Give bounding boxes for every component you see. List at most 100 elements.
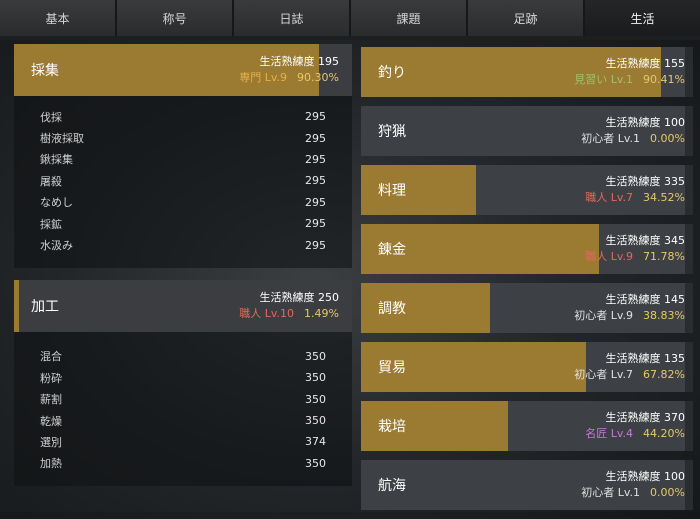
subskill-name: 伐採	[40, 110, 62, 124]
skill-meta: 生活熟練度 100 初心者 Lv.1 0.00%	[581, 115, 685, 147]
tab-label: 課題	[396, 11, 421, 26]
left-column: 採集 生活熟練度 195 専門 Lv.9 90.30% 伐採 295 樹液採取 295…	[14, 44, 352, 487]
skill-name: 貿易	[378, 360, 406, 376]
tab-label: 足跡	[513, 11, 538, 26]
rank-level: 職人 Lv.9	[585, 250, 634, 263]
tab-label: 称号	[162, 11, 187, 26]
card-edge	[685, 460, 693, 510]
subskill-row: 薪割 350	[14, 389, 352, 410]
progress-percent: 90.30%	[297, 71, 339, 84]
mastery-label: 生活熟練度	[605, 352, 661, 365]
rank-level: 職人 Lv.10	[239, 306, 295, 320]
skill-name: 狩猟	[378, 124, 406, 140]
subskill-value: 295	[305, 110, 326, 124]
rank-level: 専門 Lv.9	[239, 71, 288, 84]
mastery-label: 生活熟練度	[605, 57, 661, 70]
skill-card-processing[interactable]: 加工 生活熟練度 250 職人 Lv.10 1.49%	[14, 279, 352, 332]
skill-name: 栽培	[378, 419, 406, 435]
skill-card-training[interactable]: 調教 生活熟練度 145 初心者 Lv.9 38.83%	[361, 283, 693, 333]
mastery-value: 145	[664, 293, 685, 306]
skill-name: 錬金	[378, 242, 406, 258]
skill-card-fishing[interactable]: 釣り 生活熟練度 155 見習い Lv.1 90.41%	[361, 47, 693, 97]
subskill-value: 350	[305, 392, 326, 406]
card-edge	[685, 106, 693, 156]
progress-percent: 90.41%	[643, 73, 685, 86]
tab-titles[interactable]: 称号	[117, 0, 232, 37]
mastery-value: 155	[664, 57, 685, 70]
mastery-label: 生活熟練度	[259, 290, 315, 304]
subskill-name: 樹液採取	[40, 132, 84, 146]
subskill-value: 295	[305, 195, 326, 209]
subskill-value: 295	[305, 217, 326, 231]
subskill-row: 伐採 295	[14, 106, 352, 127]
mastery-label: 生活熟練度	[605, 470, 661, 483]
subskill-name: なめし	[40, 196, 73, 210]
progress-percent: 0.00%	[650, 486, 685, 499]
tab-life[interactable]: 生活	[585, 0, 700, 36]
skill-card-hunting[interactable]: 狩猟 生活熟練度 100 初心者 Lv.1 0.00%	[361, 106, 693, 156]
tab-label: 基本	[45, 11, 70, 26]
mastery-label: 生活熟練度	[605, 411, 661, 424]
subskill-value: 295	[305, 238, 326, 252]
processing-subskills: 混合 350 粉砕 350 薪割 350 乾燥 350 選別 374 加熱 350	[14, 331, 352, 487]
skill-name: 釣り	[378, 65, 406, 81]
card-edge	[685, 224, 693, 274]
subskill-value: 350	[305, 349, 326, 363]
subskill-row: なめし 295	[14, 192, 352, 213]
mastery-label: 生活熟練度	[605, 116, 661, 129]
subskill-row: 屠殺 295	[14, 170, 352, 191]
subskill-value: 295	[305, 152, 326, 166]
progress-percent: 34.52%	[643, 191, 685, 204]
skill-card-cooking[interactable]: 料理 生活熟練度 335 職人 Lv.7 34.52%	[361, 165, 693, 215]
subskill-row: 水汲み 295	[14, 234, 352, 255]
skill-card-sailing[interactable]: 航海 生活熟練度 100 初心者 Lv.1 0.00%	[361, 460, 693, 510]
card-edge	[685, 401, 693, 451]
skill-card-gathering[interactable]: 採集 生活熟練度 195 専門 Lv.9 90.30%	[14, 44, 352, 96]
skill-meta: 生活熟練度 100 初心者 Lv.1 0.00%	[581, 469, 685, 501]
skill-meta: 生活熟練度 155 見習い Lv.1 90.41%	[574, 56, 685, 88]
mastery-value: 135	[664, 352, 685, 365]
tab-label: 日誌	[279, 11, 304, 26]
rank-level: 初心者 Lv.1	[581, 486, 641, 499]
rank-level: 初心者 Lv.1	[581, 132, 641, 145]
tab-label: 生活	[630, 11, 655, 26]
skill-name: 採集	[31, 63, 59, 79]
subskill-name: 乾燥	[40, 414, 62, 428]
mastery-value: 100	[664, 470, 685, 483]
skill-card-trade[interactable]: 貿易 生活熟練度 135 初心者 Lv.7 67.82%	[361, 342, 693, 392]
card-edge	[685, 283, 693, 333]
subskill-row: 選別 374	[14, 431, 352, 452]
subskill-name: 鍬採集	[40, 153, 73, 167]
skill-meta: 生活熟練度 250 職人 Lv.10 1.49%	[239, 290, 339, 322]
skill-meta: 生活熟練度 370 名匠 Lv.4 44.20%	[585, 410, 685, 442]
subskill-row: 採鉱 295	[14, 213, 352, 234]
skill-name: 調教	[378, 301, 406, 317]
skill-meta: 生活熟練度 135 初心者 Lv.7 67.82%	[574, 351, 685, 383]
mastery-label: 生活熟練度	[605, 293, 661, 306]
mastery-value: 370	[664, 411, 685, 424]
mastery-label: 生活熟練度	[259, 55, 315, 68]
skill-name: 料理	[378, 183, 406, 199]
skill-meta: 生活熟練度 145 初心者 Lv.9 38.83%	[574, 292, 685, 324]
subskill-name: 屠殺	[40, 174, 62, 188]
mastery-value: 345	[664, 234, 685, 247]
subskill-value: 350	[305, 371, 326, 385]
tab-footprints[interactable]: 足跡	[468, 0, 583, 37]
subskill-value: 295	[305, 174, 326, 188]
rank-level: 職人 Lv.7	[585, 191, 634, 204]
subskill-name: 加熱	[40, 457, 62, 471]
progress-percent: 71.78%	[643, 250, 685, 263]
subskill-value: 374	[305, 435, 326, 449]
tab-challenges[interactable]: 課題	[351, 0, 466, 37]
rank-level: 名匠 Lv.4	[585, 427, 634, 440]
mastery-label: 生活熟練度	[605, 234, 661, 247]
progress-percent: 0.00%	[650, 132, 685, 145]
skill-card-alchemy[interactable]: 錬金 生活熟練度 345 職人 Lv.9 71.78%	[361, 224, 693, 274]
tab-journal[interactable]: 日誌	[234, 0, 349, 37]
subskill-value: 350	[305, 456, 326, 470]
skill-card-farming[interactable]: 栽培 生活熟練度 370 名匠 Lv.4 44.20%	[361, 401, 693, 451]
progress-percent: 38.83%	[643, 309, 685, 322]
subskill-name: 水汲み	[40, 239, 73, 253]
progress-percent: 44.20%	[643, 427, 685, 440]
tab-basic[interactable]: 基本	[0, 0, 115, 37]
